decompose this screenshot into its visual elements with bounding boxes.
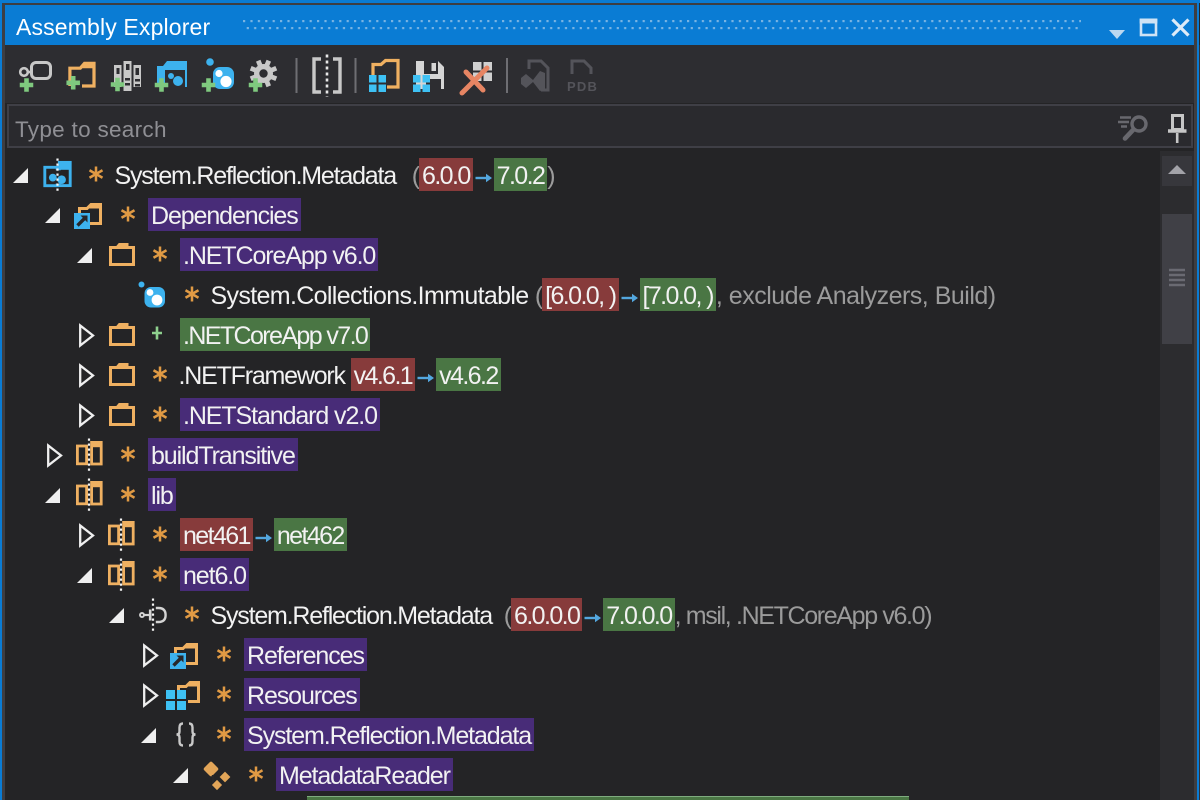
svg-text:PDB: PDB xyxy=(567,79,598,94)
